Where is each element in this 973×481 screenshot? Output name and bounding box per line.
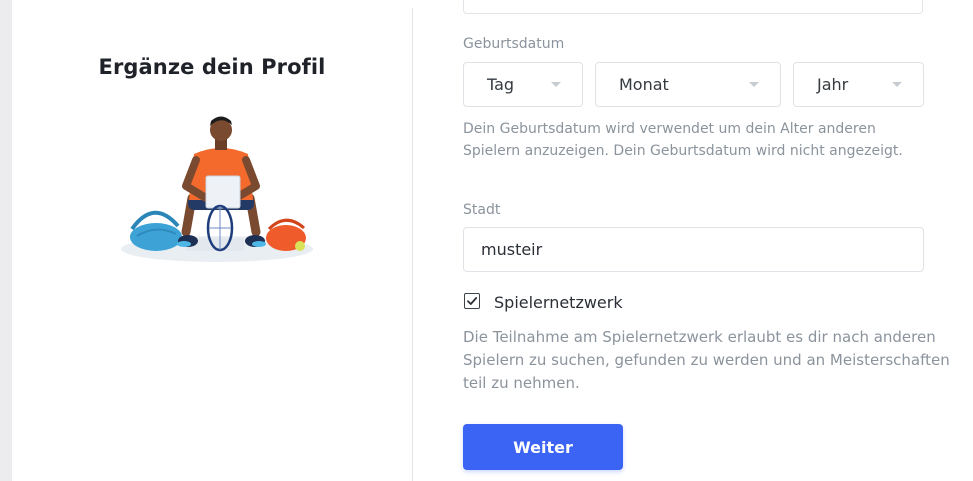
chevron-down-icon — [892, 82, 902, 87]
birthdate-month-value: Monat — [619, 75, 669, 94]
left-scroll-rail — [0, 0, 12, 481]
birthdate-help-text: Dein Geburtsdatum wird verwendet um dein… — [463, 121, 903, 159]
birthdate-year-value: Jahr — [817, 75, 849, 94]
panel-divider — [412, 8, 413, 481]
birthdate-label: Geburtsdatum — [463, 36, 565, 52]
player-network-help-text: Die Teilnahme am Spielernetzwerk erlaubt… — [463, 328, 950, 392]
city-label: Stadt — [463, 202, 501, 218]
tennis-player-illustration-icon — [114, 116, 324, 270]
birthdate-year-select[interactable]: Jahr — [793, 62, 924, 107]
city-input[interactable] — [463, 227, 924, 272]
birthdate-month-select[interactable]: Monat — [595, 62, 781, 107]
player-network-checkbox[interactable] — [464, 293, 480, 309]
profile-form: Geburtsdatum Tag Monat Jahr Dein Geburts… — [463, 0, 973, 481]
chevron-down-icon — [551, 82, 561, 87]
birthdate-day-value: Tag — [487, 75, 515, 94]
left-panel: Ergänze dein Profil — [12, 0, 412, 481]
player-network-label: Spielernetzwerk — [494, 293, 623, 312]
page-title: Ergänze dein Profil — [98, 55, 326, 79]
chevron-down-icon — [749, 82, 759, 87]
previous-field-input[interactable] — [463, 0, 923, 14]
continue-button[interactable]: Weiter — [463, 424, 623, 470]
checkmark-icon — [467, 297, 478, 305]
birthdate-day-select[interactable]: Tag — [463, 62, 583, 107]
